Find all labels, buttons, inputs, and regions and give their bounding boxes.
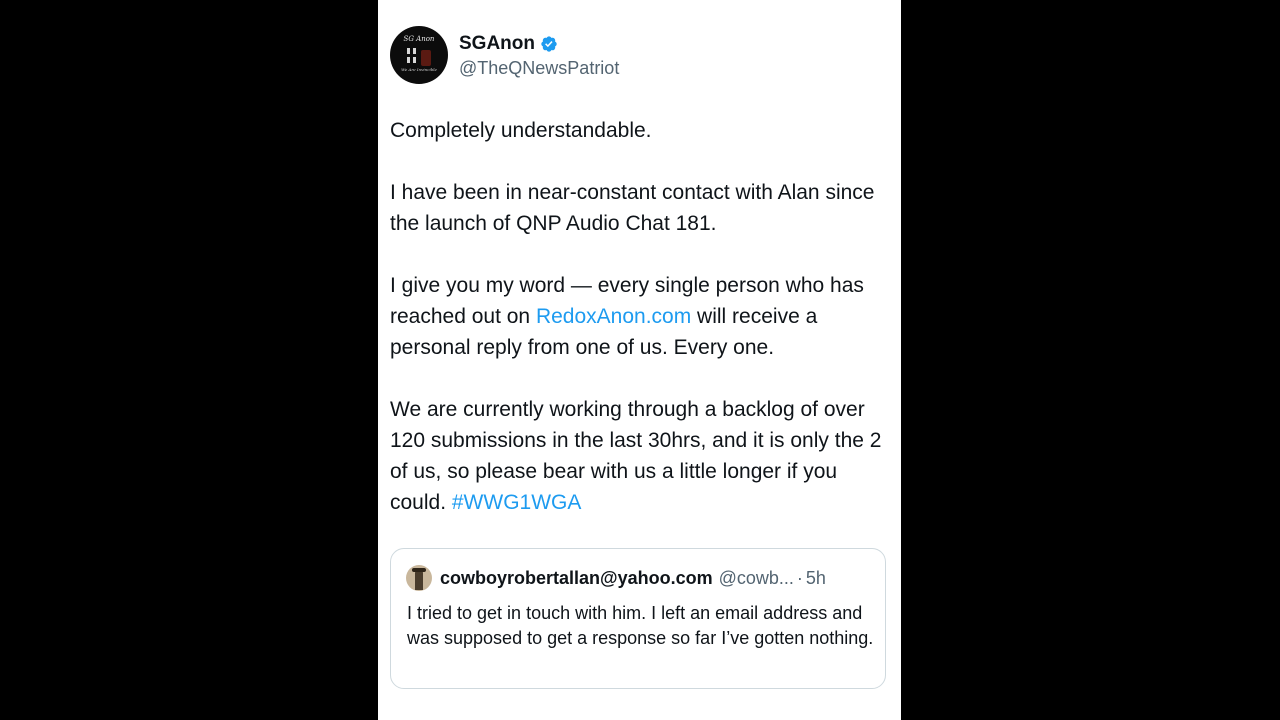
tweet-paragraph: I give you my word — every single person…	[390, 270, 895, 363]
avatar-figure	[413, 48, 416, 54]
avatar-hat	[412, 568, 426, 572]
avatar-figure	[415, 570, 423, 590]
author-display-name[interactable]: SGAnon	[459, 33, 535, 55]
separator-dot: ·	[796, 567, 803, 588]
quoted-author-avatar[interactable]	[406, 565, 432, 591]
avatar-figure	[407, 48, 410, 54]
tweet-text: Completely understandable. I have been i…	[390, 115, 895, 518]
quoted-tweet-text: I tried to get in touch with him. I left…	[407, 603, 874, 648]
tweet-card: SG Anon We Are Invincible SGAnon @TheQNe…	[378, 0, 901, 720]
tweet-header: SG Anon We Are Invincible SGAnon @TheQNe…	[390, 26, 619, 84]
quoted-tweet-time[interactable]: 5h	[806, 568, 826, 589]
tweet-paragraph: I have been in near-constant contact wit…	[390, 181, 875, 235]
avatar-red-shape	[421, 50, 431, 66]
tweet-paragraph: We are currently working through a backl…	[390, 394, 895, 518]
quoted-tweet[interactable]: cowboyrobertallan@yahoo.com @cowb... · 5…	[390, 548, 886, 689]
quoted-tweet-header: cowboyrobertallan@yahoo.com @cowb... · 5…	[406, 565, 826, 591]
avatar-figure	[407, 57, 410, 63]
tweet-paragraph: Completely understandable.	[390, 119, 652, 142]
verified-badge-icon	[541, 35, 557, 52]
display-name-row: SGAnon	[459, 32, 619, 56]
quoted-author-name[interactable]: cowboyrobertallan@yahoo.com	[440, 568, 713, 589]
hashtag-link[interactable]: #WWG1WGA	[452, 491, 582, 514]
author-handle[interactable]: @TheQNewsPatriot	[459, 58, 619, 79]
author-names: SGAnon @TheQNewsPatriot	[459, 32, 619, 79]
author-avatar[interactable]: SG Anon We Are Invincible	[390, 26, 448, 84]
quoted-author-handle[interactable]: @cowb...	[719, 568, 794, 589]
avatar-title: SG Anon	[403, 35, 435, 43]
avatar-subtitle: We Are Invincible	[401, 67, 437, 72]
redoxanon-link[interactable]: RedoxAnon.com	[536, 305, 691, 328]
avatar-figure	[413, 57, 416, 63]
